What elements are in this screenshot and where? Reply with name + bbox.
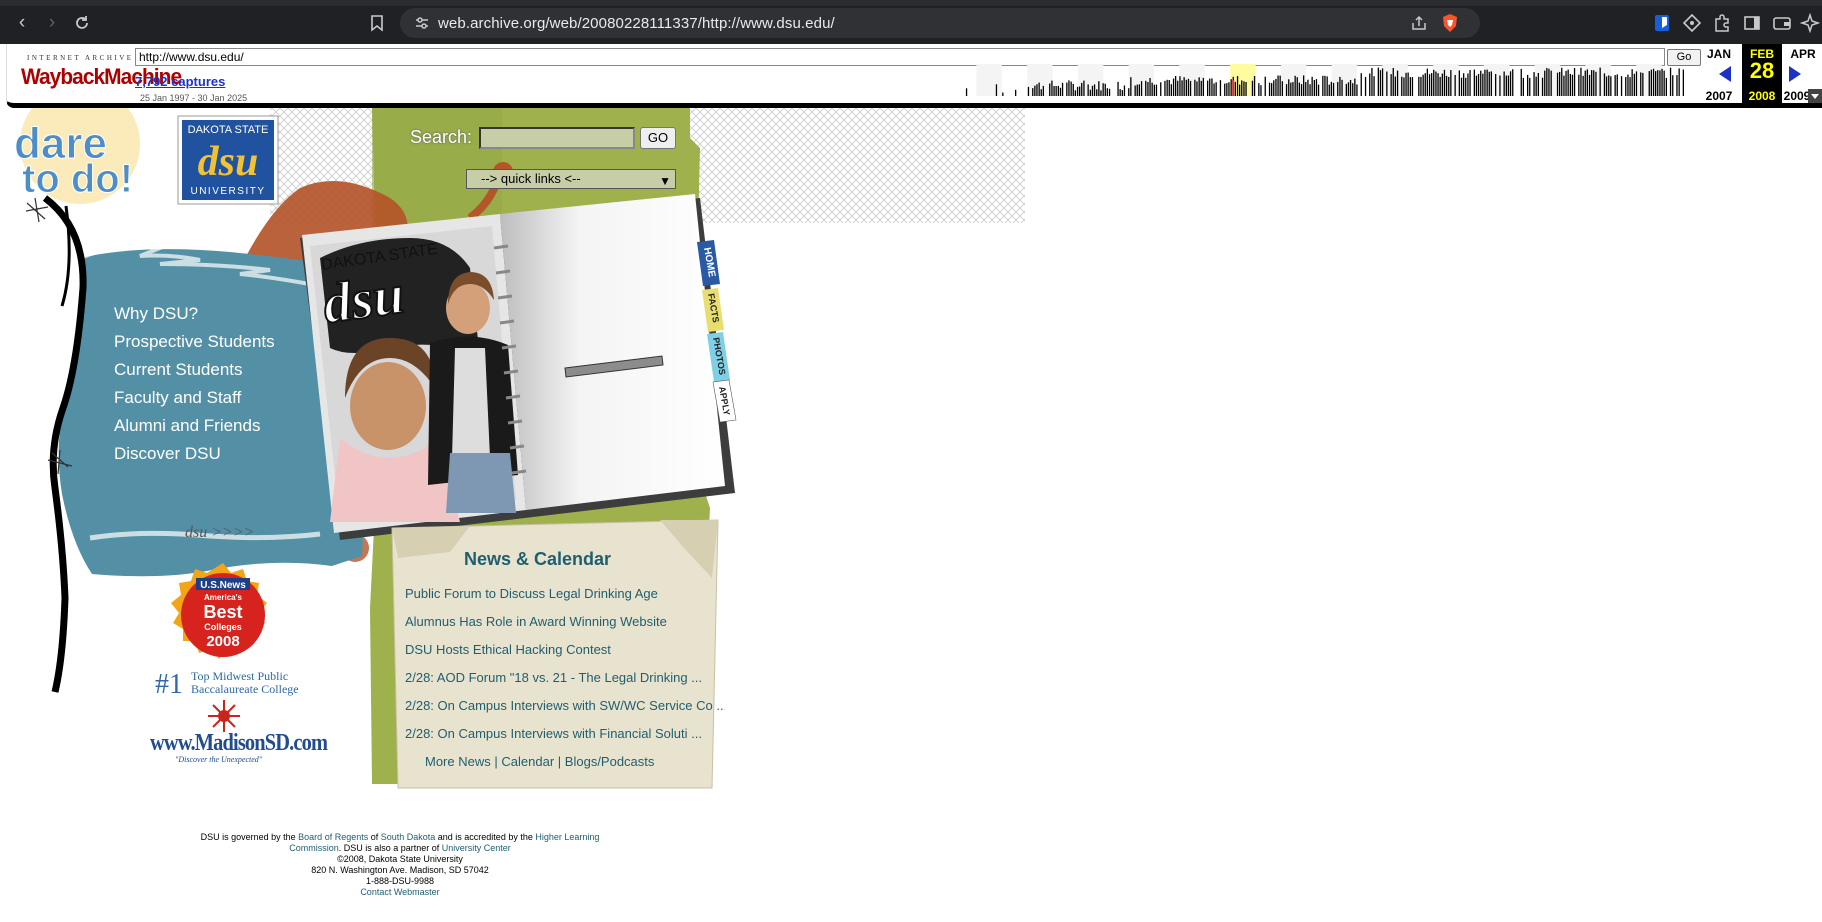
us-news-badge[interactable]: U.S.News America's Best Colleges 2008: [171, 563, 267, 659]
rank-line-2: Baccalaureate College: [191, 682, 299, 696]
calendar-link[interactable]: Calendar: [501, 754, 554, 769]
internet-archive-label: INTERNET ARCHIVE: [27, 54, 134, 62]
footer-phone: 1-888-DSU-9988: [365, 876, 435, 886]
share-icon[interactable]: [1410, 14, 1428, 32]
madison-tagline: "Discover the Unexpected": [175, 755, 263, 764]
capture-date-range: 25 Jan 1997 - 30 Jan 2025: [140, 93, 248, 103]
contact-webmaster-link[interactable]: Contact Webmaster: [360, 887, 439, 897]
svg-text:UNIVERSITY: UNIVERSITY: [190, 186, 265, 197]
quick-links-value: --> quick links <--: [481, 171, 581, 186]
captures-link[interactable]: 7,792 captures: [135, 74, 225, 89]
dare-to-do-logo[interactable]: dare to do!: [14, 108, 140, 204]
blogs-podcasts-link[interactable]: Blogs/Podcasts: [565, 754, 655, 769]
extensions-puzzle-icon[interactable]: [1712, 13, 1732, 33]
main-nav: Why DSU? Prospective Students Current St…: [114, 300, 275, 468]
svg-text:Best: Best: [203, 602, 242, 622]
news-item[interactable]: Alumnus Has Role in Award Winning Websit…: [405, 608, 725, 636]
news-item[interactable]: Public Forum to Discuss Legal Drinking A…: [405, 580, 725, 608]
nav-prospective-students[interactable]: Prospective Students: [114, 328, 275, 356]
site-settings-icon[interactable]: [414, 15, 430, 31]
browser-toolbar: ‹ › web.archive.org/web/20080228111337/h…: [0, 0, 1822, 44]
address-bar[interactable]: web.archive.org/web/20080228111337/http:…: [400, 8, 1480, 38]
nav-discover-dsu[interactable]: Discover DSU: [114, 440, 275, 468]
bitwarden-icon[interactable]: [1652, 13, 1672, 33]
separator: |: [494, 754, 498, 769]
svg-text:dsu: dsu: [198, 139, 259, 185]
footer-address: 820 N. Washington Ave. Madison, SD 57042: [311, 865, 489, 875]
footer-governance: DSU is governed by the Board of Regents …: [200, 832, 600, 853]
svg-text:Colleges: Colleges: [204, 622, 242, 632]
news-footer-links: More News | Calendar | Blogs/Podcasts: [425, 754, 654, 769]
svg-text:DAKOTA STATE: DAKOTA STATE: [188, 124, 269, 136]
brave-shields-icon[interactable]: [1440, 13, 1460, 33]
madison-sd-link[interactable]: www.MadisonSD.com: [150, 730, 328, 757]
extension-diamond-icon[interactable]: [1682, 13, 1702, 33]
capture-sparkline[interactable]: [951, 64, 1687, 96]
prev-month-label: JAN: [1706, 47, 1731, 61]
next-month-label: APR: [1790, 47, 1816, 61]
news-title: News & Calendar: [464, 549, 612, 569]
news-list: Public Forum to Discuss Legal Drinking A…: [405, 580, 725, 748]
search-input[interactable]: [479, 127, 635, 149]
current-capture-date: FEB 28 2008: [1742, 44, 1782, 104]
madison-sun-icon: [208, 700, 240, 732]
notebook-graphic[interactable]: DAKOTA STATE dsu HOME FACTS PHOTOS APPLY: [300, 194, 737, 540]
news-item[interactable]: 2/28: AOD Forum "18 vs. 21 - The Legal D…: [405, 664, 725, 692]
current-year: 2008: [1748, 89, 1776, 103]
back-icon[interactable]: ‹: [10, 11, 34, 35]
svg-text:America's: America's: [204, 593, 242, 602]
nav-alumni-friends[interactable]: Alumni and Friends: [114, 412, 275, 440]
nav-current-students[interactable]: Current Students: [114, 356, 275, 384]
page-footer: DSU is governed by the Board of Regents …: [200, 832, 600, 898]
svg-text:U.S.News: U.S.News: [200, 580, 246, 591]
footer-copyright: ©2008, Dakota State University: [337, 854, 463, 864]
notebook-title-2: dsu: [319, 263, 408, 336]
reload-icon[interactable]: [70, 11, 94, 35]
search-label: Search:: [410, 127, 473, 147]
next-capture-arrow-icon[interactable]: [1789, 66, 1801, 82]
svg-text:to do!: to do!: [22, 157, 133, 201]
wayback-toolbar: INTERNET ARCHIVE WaybackMachine http://w…: [6, 44, 1822, 108]
prev-capture-arrow-icon[interactable]: [1719, 66, 1731, 82]
sidebar-icon[interactable]: [1742, 13, 1762, 33]
svg-text:2008: 2008: [206, 633, 239, 650]
tab-strip-edge: [0, 0, 1822, 6]
dsu-arrows-label: dsu >>>>: [185, 524, 254, 541]
nav-faculty-staff[interactable]: Faculty and Staff: [114, 384, 275, 412]
address-url[interactable]: web.archive.org/web/20080228111337/http:…: [438, 15, 835, 32]
archived-page: DAKOTA STATE dsu HOME FACTS PHOTOS APPLY…: [0, 108, 1822, 922]
south-dakota-link[interactable]: South Dakota: [381, 832, 436, 842]
current-day: 28: [1749, 58, 1775, 83]
forward-icon[interactable]: ›: [40, 11, 64, 35]
screen: ‹ › web.archive.org/web/20080228111337/h…: [0, 0, 1822, 922]
dsu-university-logo[interactable]: DAKOTA STATE dsu UNIVERSITY: [177, 115, 279, 205]
university-center-link[interactable]: University Center: [442, 843, 511, 853]
chevron-down-icon: ▼: [659, 174, 671, 188]
rank-number: #1: [155, 669, 183, 700]
board-of-regents-link[interactable]: Board of Regents: [298, 832, 368, 842]
quick-links-select[interactable]: --> quick links <-- ▼: [466, 169, 676, 189]
wallet-icon[interactable]: [1772, 13, 1792, 33]
news-item[interactable]: 2/28: On Campus Interviews with Financia…: [405, 720, 725, 748]
bookmark-icon[interactable]: [366, 12, 388, 34]
news-item[interactable]: 2/28: On Campus Interviews with SW/WC Se…: [405, 692, 725, 720]
leo-ai-icon[interactable]: [1800, 13, 1820, 33]
news-item[interactable]: DSU Hosts Ethical Hacking Contest: [405, 636, 725, 664]
nav-why-dsu[interactable]: Why DSU?: [114, 300, 275, 328]
separator: |: [557, 754, 562, 769]
expand-toolbar-icon[interactable]: [1808, 89, 1822, 103]
search-go-button[interactable]: GO: [640, 127, 676, 149]
more-news-link[interactable]: More News: [425, 754, 491, 769]
wayback-logo[interactable]: INTERNET ARCHIVE WaybackMachine: [19, 54, 182, 98]
prev-year-link[interactable]: 2007: [1699, 89, 1739, 103]
rank-text: Top Midwest Public Baccalaureate College: [191, 670, 299, 696]
